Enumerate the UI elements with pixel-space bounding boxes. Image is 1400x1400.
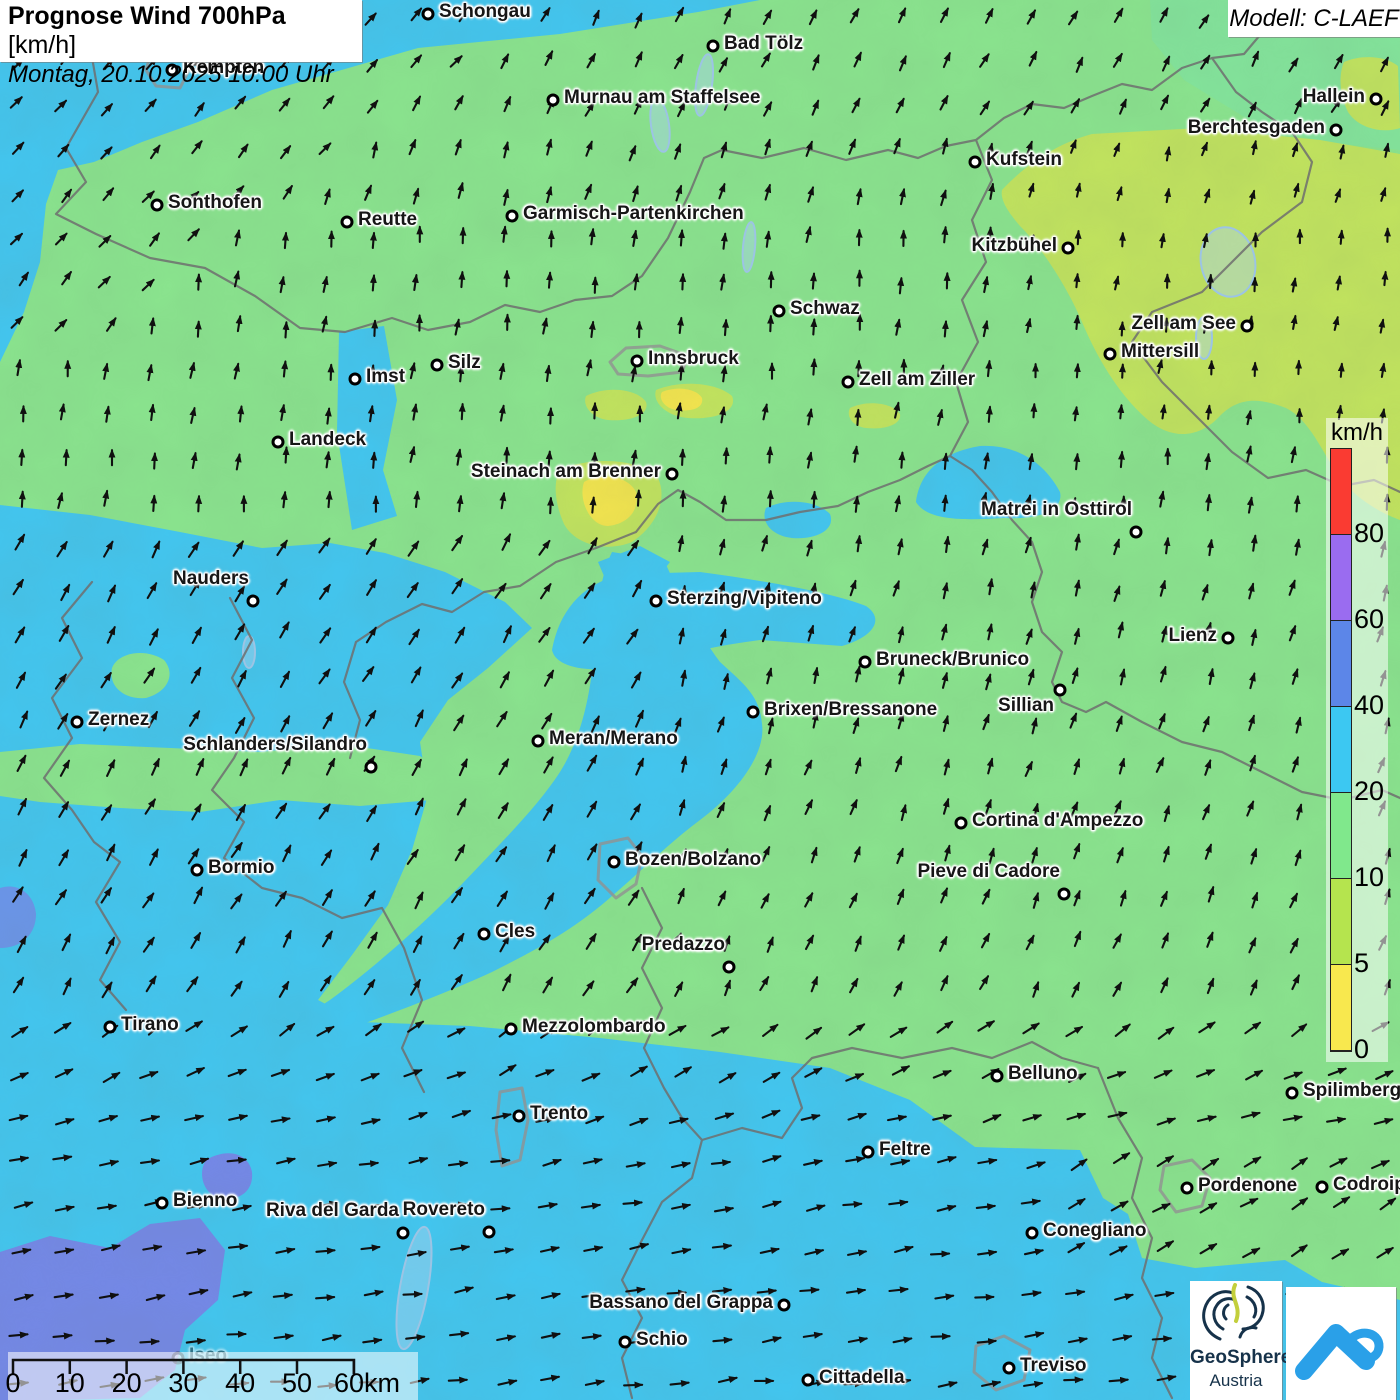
legend-tick-label: 10 [1354, 862, 1384, 893]
legend-color-box [1331, 707, 1351, 793]
legend-unit-label: km/h [1331, 419, 1383, 447]
legend-color-box [1331, 965, 1351, 1051]
scale-tick-label: 40 [225, 1368, 255, 1399]
scale-tick-label: 20 [112, 1368, 142, 1399]
legend-color-box [1331, 879, 1351, 965]
wind-map-canvas [0, 0, 1400, 1400]
wind-speed-legend: km/h 80 60 40 20 10 5 0 [1326, 418, 1388, 1062]
geosphere-logo-box: GeoSphere Austria [1190, 1281, 1282, 1400]
terrain-shading [0, 0, 1400, 1400]
scale-tick-label: 10 [55, 1368, 85, 1399]
geosphere-wordmark: GeoSphere [1190, 1347, 1282, 1369]
legend-tick-label: 40 [1354, 690, 1384, 721]
scale-tick-label: 60km [334, 1368, 400, 1399]
partner-logo-box [1286, 1287, 1396, 1400]
scale-tick-label: 30 [168, 1368, 198, 1399]
distance-scale-bar: 0 10 20 30 40 50 60km [8, 1352, 418, 1400]
legend-colorbar [1330, 448, 1352, 1052]
scale-tick-label: 0 [5, 1368, 20, 1399]
legend-tick-label: 20 [1354, 776, 1384, 807]
map-title-box: Prognose Wind 700hPa [km/h] Montag, 20.1… [0, 0, 362, 62]
map-title: Prognose Wind 700hPa [km/h] [8, 2, 354, 60]
geosphere-country: Austria [1190, 1371, 1282, 1391]
legend-color-box [1331, 621, 1351, 707]
model-label: Modell: C-LAEF [1228, 0, 1400, 37]
legend-tick-label: 60 [1354, 604, 1384, 635]
legend-tick-label: 5 [1354, 948, 1369, 979]
weather-map-stage: SchongauBad TölzKemptenMurnau am Staffel… [0, 0, 1400, 1400]
legend-tick-label: 80 [1354, 518, 1384, 549]
map-valid-time: Montag, 20.10.2025 10:00 Uhr [8, 61, 354, 89]
scale-tick-label: 50 [282, 1368, 312, 1399]
legend-color-box [1331, 535, 1351, 621]
geosphere-swirl-icon [1190, 1281, 1282, 1347]
legend-color-box [1331, 449, 1351, 535]
legend-tick-label: 0 [1354, 1034, 1369, 1065]
legend-color-box [1331, 793, 1351, 879]
mountain-cloud-icon [1286, 1287, 1396, 1400]
